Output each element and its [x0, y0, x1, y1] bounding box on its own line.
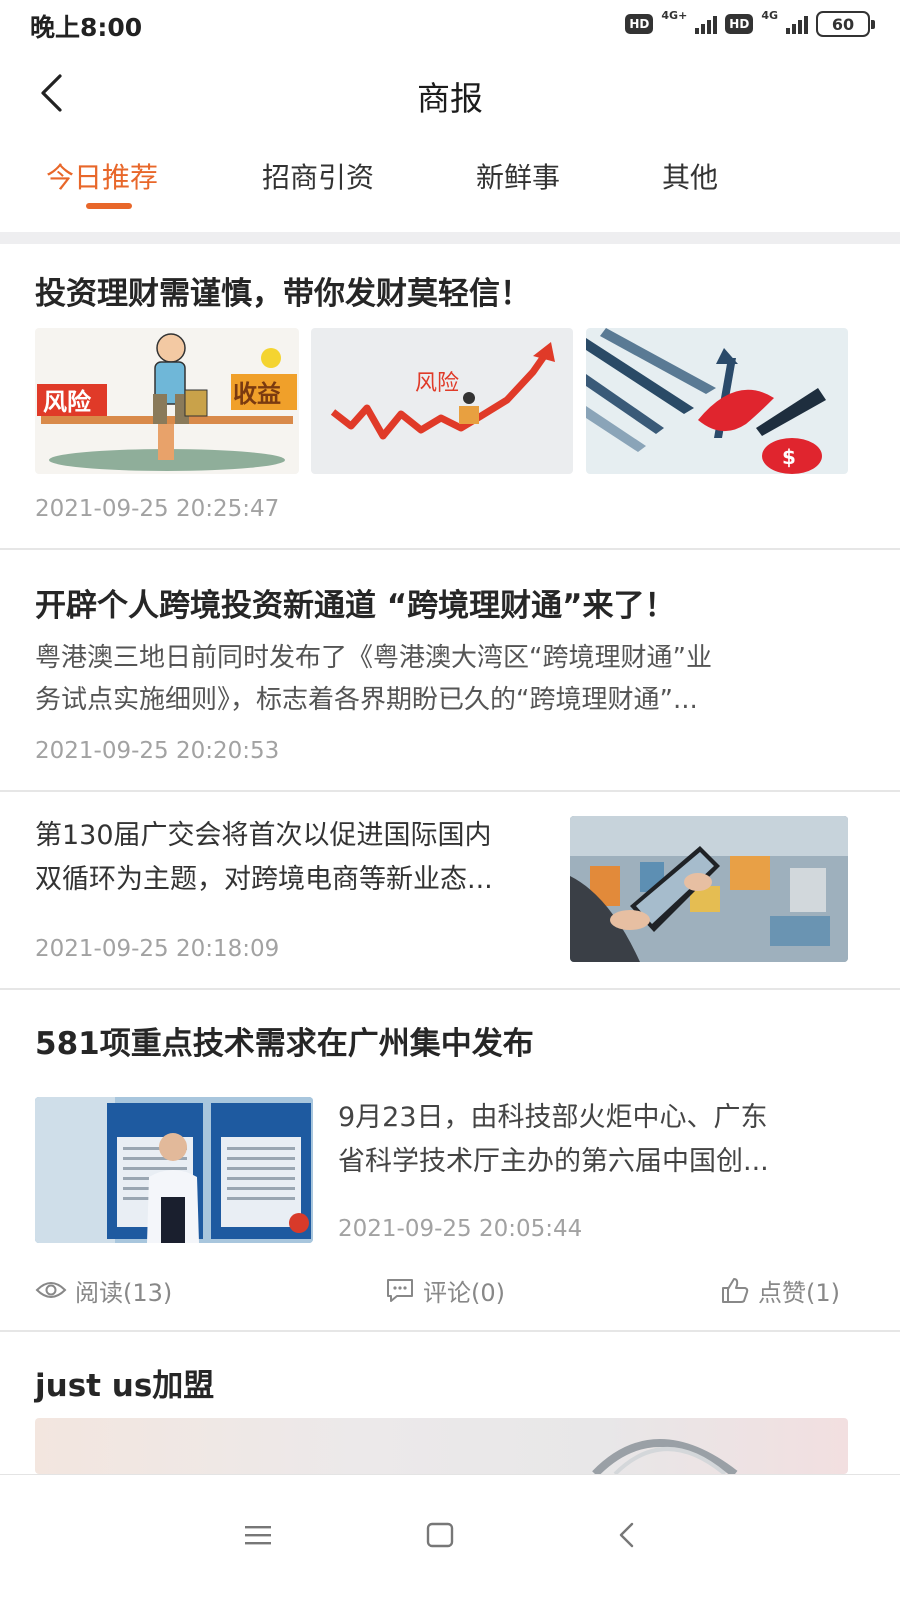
image-text-risk: 风险: [43, 388, 92, 416]
status-indicators: HD 4G+ HD 4G 60: [625, 9, 875, 38]
article-image-seesaw[interactable]: 风险 收益: [35, 328, 299, 474]
hd-badge: HD: [625, 14, 654, 34]
summary-line-1: 粤港澳三地日前同时发布了《粤港澳大湾区“跨境理财通”业: [35, 643, 712, 673]
article-banner-image[interactable]: [35, 1418, 848, 1474]
menu-icon: [245, 1526, 271, 1545]
comment-button[interactable]: 评论(0): [385, 1272, 505, 1308]
signal-icon: [695, 14, 718, 34]
status-bar: 晚上8:00 HD 4G+ HD 4G 60: [0, 0, 900, 48]
battery-level: 60: [831, 14, 855, 34]
article-title: 投资理财需谨慎，带你发财莫轻信！: [35, 276, 531, 312]
article-summary: 9月23日，由科技部火炬中心、广东 省科学技术厅主办的第六届中国创...: [338, 1096, 858, 1184]
tab-news[interactable]: 新鲜事: [476, 156, 560, 196]
network-type-label: 4G+: [661, 9, 688, 22]
tab-investment[interactable]: 招商引资: [262, 156, 374, 196]
divider: [0, 548, 900, 550]
seesaw-illustration: 风险 收益: [37, 333, 297, 471]
back-triangle-icon: [619, 1522, 634, 1548]
article-title: just us加盟: [35, 1368, 215, 1404]
signal-icon-2: [786, 14, 808, 34]
divider: [0, 988, 900, 990]
article-image-umbrella[interactable]: $: [586, 328, 848, 474]
status-time: 晚上8:00: [30, 13, 143, 42]
read-count-label: 阅读(13): [75, 1278, 173, 1307]
image-text-risk-2: 风险: [415, 371, 459, 396]
menu-button[interactable]: [228, 1505, 288, 1565]
tab-other[interactable]: 其他: [662, 156, 718, 196]
system-back-button[interactable]: [596, 1505, 656, 1565]
comment-icon: [387, 1279, 413, 1302]
page-title: 商报: [417, 79, 483, 118]
thumbs-up-icon: [722, 1278, 749, 1303]
conference-speaker-image: [35, 1097, 313, 1243]
app-header: 商报: [0, 56, 900, 132]
like-count-label: 点赞(1): [758, 1278, 840, 1307]
article-thumbnail[interactable]: [35, 1097, 313, 1243]
summary-line-1: 9月23日，由科技部火炬中心、广东: [338, 1102, 768, 1133]
title-line-1: 第130届广交会将首次以促进国际国内: [35, 820, 492, 851]
system-navigation-bar: [0, 1474, 900, 1600]
article-summary: 粤港澳三地日前同时发布了《粤港澳大湾区“跨境理财通”业 务试点实施细则》，标志着…: [35, 637, 865, 721]
comment-count-label: 评论(0): [423, 1278, 505, 1307]
umbrella-piggy-illustration: $: [586, 328, 826, 474]
article-time: 2021-09-25 20:25:47: [35, 496, 280, 522]
title-line-2: 双循环为主题，对跨境电商等新业态...: [35, 864, 493, 895]
tab-bar: 今日推荐 招商引资 新鲜事 其他: [0, 142, 900, 232]
divider: [0, 1330, 900, 1332]
article-time: 2021-09-25 20:18:09: [35, 936, 280, 962]
article-thumbnail[interactable]: [570, 816, 848, 962]
like-button[interactable]: 点赞(1): [720, 1272, 840, 1308]
article-title: 581项重点技术需求在广州集中发布: [35, 1026, 534, 1062]
network-type-label-2: 4G: [761, 9, 778, 22]
article-title: 开辟个人跨境投资新通道 “跨境理财通”来了！: [35, 588, 676, 624]
battery-icon: 60: [816, 11, 875, 37]
section-divider: [0, 232, 900, 244]
home-button[interactable]: [410, 1505, 470, 1565]
read-count-button[interactable]: 阅读(13): [35, 1272, 172, 1308]
article-title: 第130届广交会将首次以促进国际国内 双循环为主题，对跨境电商等新业态...: [35, 814, 565, 902]
article-time: 2021-09-25 20:05:44: [338, 1216, 583, 1242]
tab-today-recommend[interactable]: 今日推荐: [46, 156, 158, 196]
eye-icon: [35, 1282, 67, 1298]
article-image-arrow[interactable]: 风险: [311, 328, 573, 474]
rising-arrow-illustration: 风险: [330, 342, 555, 440]
factory-tablet-image: [570, 816, 848, 962]
divider: [0, 790, 900, 792]
summary-line-2: 省科学技术厅主办的第六届中国创...: [338, 1146, 769, 1177]
article-time: 2021-09-25 20:20:53: [35, 738, 280, 764]
home-square-icon: [426, 1522, 454, 1548]
summary-line-2: 务试点实施细则》，标志着各界期盼已久的“跨境理财通”...: [35, 685, 698, 715]
hd-badge-2: HD: [725, 14, 754, 34]
image-text-dollar: $: [782, 445, 796, 469]
banner-ring-image: [592, 1439, 738, 1474]
image-text-profit: 收益: [233, 380, 281, 408]
tab-active-indicator: [86, 203, 132, 209]
